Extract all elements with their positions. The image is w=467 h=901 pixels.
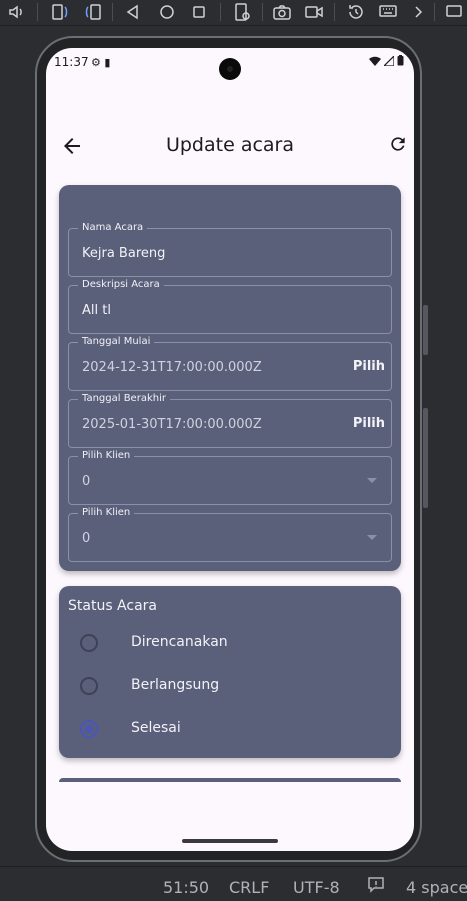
radio-button[interactable] <box>80 634 98 652</box>
radio-label: Berlangsung <box>131 677 220 693</box>
status-card: Status Acara Direncanakan Berlangsung Se… <box>59 586 401 758</box>
power-button[interactable] <box>423 305 428 355</box>
radio-label: Direncanakan <box>131 634 228 650</box>
page-title: Update acara <box>165 134 295 156</box>
volume-rocker[interactable] <box>423 408 428 508</box>
radio-button[interactable] <box>80 677 98 695</box>
status-indicators <box>369 55 404 66</box>
chevron-right-icon[interactable] <box>408 2 428 22</box>
field-value: 2025-01-30T17:00:00.000Z <box>82 417 262 432</box>
phone-screen: 11:37 ⚙ ▮ Update acara Nama Acara Kejra … <box>46 48 414 851</box>
status-section-title: Status Acara <box>68 598 158 614</box>
phone-frame: 11:37 ⚙ ▮ Update acara Nama Acara Kejra … <box>35 36 422 862</box>
battery-icon <box>397 55 404 66</box>
dropdown-arrow-icon <box>367 535 377 540</box>
home-indicator[interactable] <box>182 839 278 843</box>
device-settings-icon[interactable] <box>232 2 252 22</box>
event-description-field[interactable]: Deskripsi Acara All tl <box>68 278 392 334</box>
refresh-icon[interactable] <box>388 134 408 154</box>
signal-icon <box>384 55 394 66</box>
pick-start-date-button[interactable]: Pilih <box>353 359 385 374</box>
pick-end-date-button[interactable]: Pilih <box>353 416 385 431</box>
field-label: Tanggal Berakhir <box>78 392 170 406</box>
emulator-toolbar <box>0 0 467 26</box>
ide-status-bar: 51:50 CRLF UTF-8 4 space <box>0 866 467 901</box>
rotate-right-icon[interactable] <box>83 2 103 22</box>
field-label: Tanggal Mulai <box>78 335 155 349</box>
overview-nav-icon[interactable] <box>189 2 209 22</box>
android-status-bar: 11:37 ⚙ ▮ <box>46 48 414 80</box>
back-nav-icon[interactable] <box>123 2 143 22</box>
status-time: 11:37 <box>54 55 89 69</box>
rotate-left-icon[interactable] <box>50 2 70 22</box>
field-value: Kejra Bareng <box>82 246 166 261</box>
front-camera <box>219 58 241 80</box>
radio-label: Selesai <box>131 720 181 736</box>
field-label: Nama Acara <box>78 221 148 235</box>
field-label: Pilih Klien <box>78 506 135 520</box>
cursor-position[interactable]: 51:50 <box>163 878 209 897</box>
home-nav-icon[interactable] <box>157 2 177 22</box>
event-form-card: Nama Acara Kejra Bareng Deskripsi Acara … <box>59 185 401 571</box>
status-option-done[interactable]: Selesai <box>59 712 401 748</box>
radio-button-selected[interactable] <box>80 720 98 738</box>
device-mirror-icon[interactable] <box>444 2 464 22</box>
client-select-1[interactable]: Pilih Klien 0 <box>68 449 392 505</box>
file-encoding[interactable]: UTF-8 <box>293 878 340 897</box>
client-select-2[interactable]: Pilih Klien 0 <box>68 506 392 562</box>
settings-notification-icon: ⚙ ▮ <box>91 56 111 69</box>
status-option-ongoing[interactable]: Berlangsung <box>59 669 401 705</box>
start-date-field[interactable]: Tanggal Mulai 2024-12-31T17:00:00.000Z P… <box>68 335 392 391</box>
screenshot-icon[interactable] <box>272 2 292 22</box>
status-option-planned[interactable]: Direncanakan <box>59 626 401 662</box>
app-bar: Update acara <box>46 126 414 166</box>
record-video-icon[interactable] <box>304 2 324 22</box>
snapshot-restore-icon[interactable] <box>346 2 366 22</box>
field-label: Deskripsi Acara <box>78 278 164 292</box>
volume-icon[interactable] <box>6 2 26 22</box>
field-label: Pilih Klien <box>78 449 135 463</box>
field-value: 0 <box>82 474 91 489</box>
wifi-icon <box>369 56 381 66</box>
field-value: All tl <box>82 303 111 318</box>
dropdown-arrow-icon <box>367 478 377 483</box>
field-value: 0 <box>82 531 91 546</box>
keyboard-icon[interactable] <box>378 2 398 22</box>
end-date-field[interactable]: Tanggal Berakhir 2025-01-30T17:00:00.000… <box>68 392 392 448</box>
next-card-partial <box>59 778 401 782</box>
indent-setting[interactable]: 4 space <box>406 878 467 897</box>
notification-icon[interactable] <box>367 876 385 898</box>
field-value: 2024-12-31T17:00:00.000Z <box>82 360 262 375</box>
event-name-field[interactable]: Nama Acara Kejra Bareng <box>68 221 392 277</box>
line-ending[interactable]: CRLF <box>229 878 269 897</box>
